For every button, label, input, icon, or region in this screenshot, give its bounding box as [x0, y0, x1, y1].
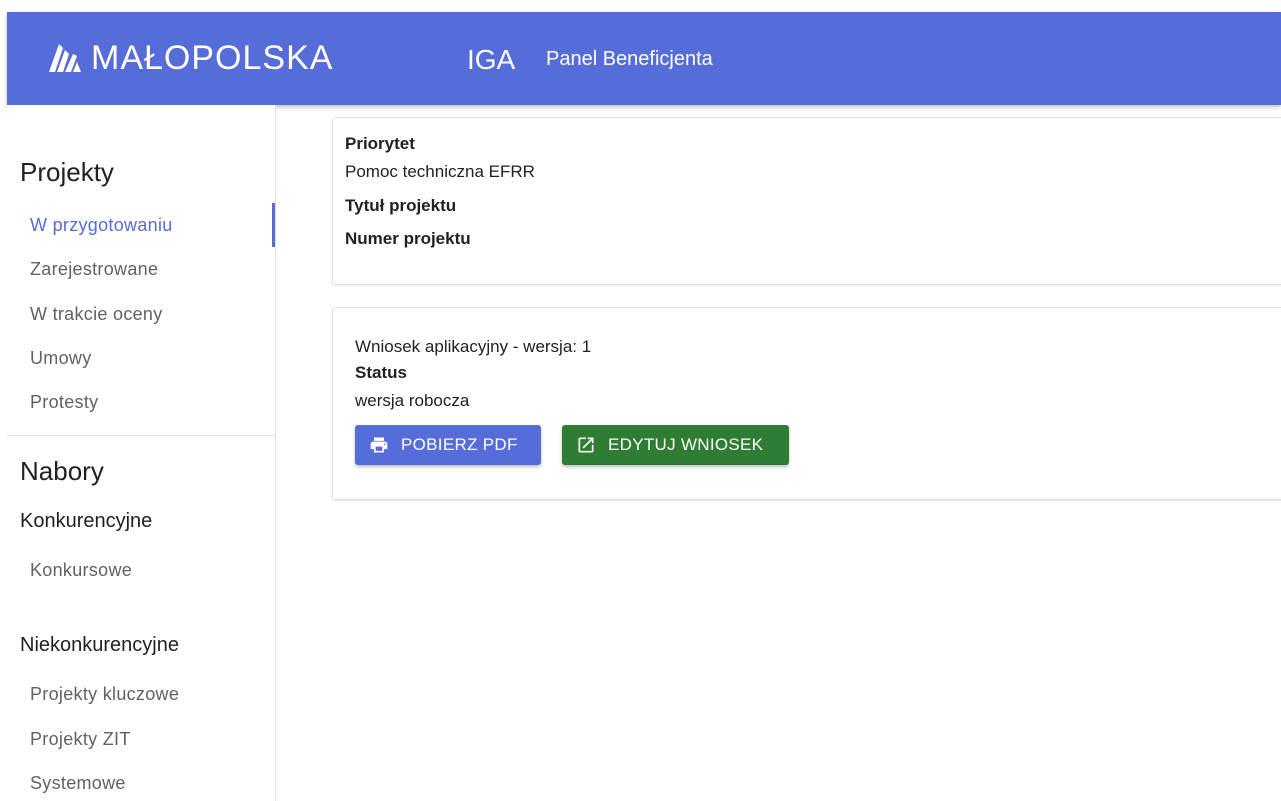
download-pdf-label: POBIERZ PDF	[401, 435, 518, 454]
application-version: Wniosek aplikacyjny - wersja: 1	[355, 337, 592, 356]
sidebar: Projekty W przygotowaniu Zarejestrowane …	[7, 105, 276, 801]
top-gap	[0, 0, 1281, 12]
sidebar-heading-projects: Projekty	[20, 157, 114, 187]
application-card: Wniosek aplikacyjny - wersja: 1 Status w…	[332, 307, 1281, 500]
sidebar-item-protesty[interactable]: Protesty	[30, 392, 98, 413]
priority-value: Pomoc techniczna EFRR	[345, 162, 535, 181]
sidebar-heading-nabory: Nabory	[20, 456, 104, 486]
app-header: MAŁOPOLSKA IGA Panel Beneficjenta	[7, 12, 1281, 105]
active-indicator	[272, 203, 275, 247]
sidebar-item-zarejestrowane[interactable]: Zarejestrowane	[30, 259, 158, 280]
sidebar-item-w-przygotowaniu[interactable]: W przygotowaniu	[30, 215, 173, 236]
sidebar-item-systemowe[interactable]: Systemowe	[30, 773, 126, 794]
sidebar-subheading-konkurencyjne: Konkurencyjne	[20, 510, 153, 532]
project-title-label: Tytuł projektu	[345, 196, 457, 215]
project-info-card: Priorytet Pomoc techniczna EFRR Tytuł pr…	[332, 117, 1281, 285]
malopolska-logo-icon	[49, 44, 81, 72]
download-pdf-button[interactable]: POBIERZ PDF	[355, 425, 541, 465]
edit-application-button[interactable]: EDYTUJ WNIOSEK	[562, 425, 789, 465]
sidebar-item-konkursowe[interactable]: Konkursowe	[30, 560, 132, 581]
page: MAŁOPOLSKA IGA Panel Beneficjenta Projek…	[0, 0, 1281, 801]
sidebar-divider	[7, 435, 275, 436]
priority-label: Priorytet	[345, 134, 415, 153]
edit-application-label: EDYTUJ WNIOSEK	[608, 435, 764, 454]
sidebar-subheading-niekonkurencyjne: Niekonkurencyjne	[20, 634, 179, 656]
status-label: Status	[355, 363, 407, 382]
app-subtitle: Panel Beneficjenta	[546, 48, 713, 70]
app-name: IGA	[467, 44, 516, 75]
sidebar-item-umowy[interactable]: Umowy	[30, 348, 92, 369]
sidebar-item-projekty-kluczowe[interactable]: Projekty kluczowe	[30, 684, 179, 705]
sidebar-item-w-trakcie-oceny[interactable]: W trakcie oceny	[30, 304, 163, 325]
open-external-icon	[578, 437, 594, 453]
project-number-label: Numer projektu	[345, 229, 471, 248]
brand-logo[interactable]: MAŁOPOLSKA	[47, 36, 333, 80]
status-value: wersja robocza	[355, 391, 470, 410]
brand-name: MAŁOPOLSKA	[91, 38, 334, 77]
printer-icon	[370, 437, 388, 453]
sidebar-item-projekty-zit[interactable]: Projekty ZIT	[30, 729, 131, 750]
